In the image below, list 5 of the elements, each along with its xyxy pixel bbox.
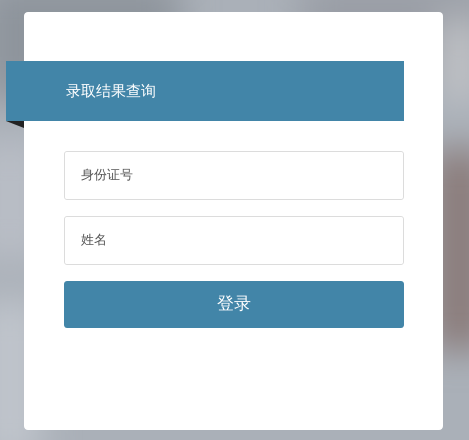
id-number-field[interactable]: 身份证号 xyxy=(64,151,404,200)
login-button[interactable]: 登录 xyxy=(64,281,404,328)
form-title: 录取结果查询 xyxy=(6,61,404,121)
name-field[interactable]: 姓名 xyxy=(64,216,404,265)
ribbon-fold xyxy=(6,121,24,128)
